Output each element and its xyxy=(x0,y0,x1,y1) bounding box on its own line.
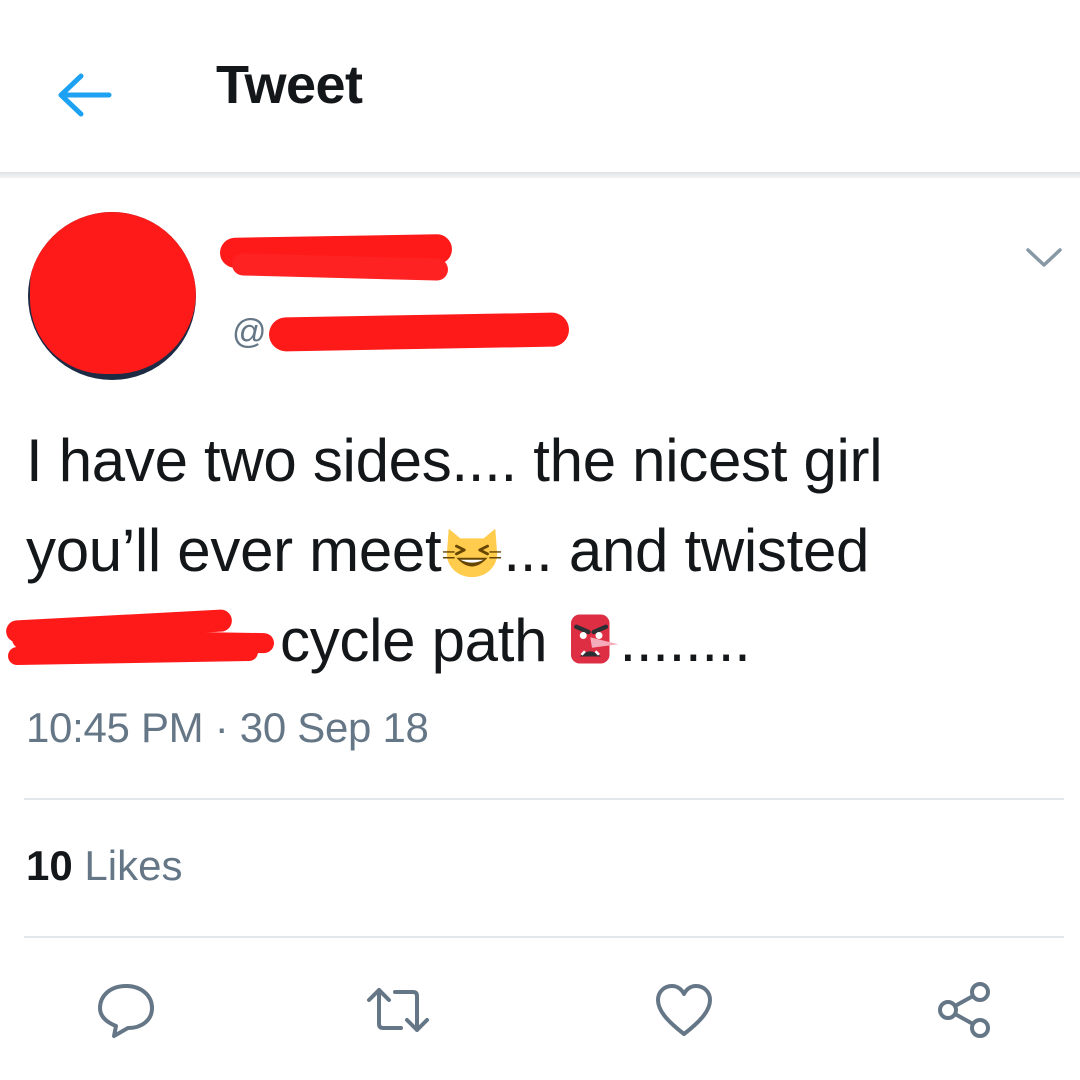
user-handle[interactable]: @ xyxy=(232,310,569,354)
arrow-left-icon xyxy=(58,73,112,117)
page-title: Tweet xyxy=(216,55,363,115)
tweet-body: I have two sides.... the nicest girl you… xyxy=(5,416,1066,686)
back-button[interactable] xyxy=(48,60,118,130)
app-header: Tweet xyxy=(0,0,1080,178)
header-divider xyxy=(0,172,1080,178)
tweet-text-segment: ........ xyxy=(619,607,751,674)
retweet-button[interactable] xyxy=(358,970,438,1050)
tweet-line-1: I have two sides.... the nicest girl xyxy=(26,427,883,494)
divider xyxy=(24,936,1064,938)
reply-icon xyxy=(98,984,154,1038)
grinning-cat-squinting-eyes-icon xyxy=(443,528,502,578)
tweet-options-button[interactable] xyxy=(1016,236,1072,280)
tweet-line-2: you’ll ever meet ... and twisted xyxy=(26,506,1066,596)
share-button[interactable] xyxy=(924,970,1004,1050)
share-icon xyxy=(938,982,990,1038)
tweet-action-bar xyxy=(0,970,1080,1050)
likes-stat[interactable]: 10 Likes xyxy=(26,842,182,890)
tweet-line-3: cycle path ........ xyxy=(5,596,1066,686)
likes-label: Likes xyxy=(84,842,183,889)
likes-count: 10 xyxy=(26,842,73,889)
tweet-text-segment: you’ll ever meet xyxy=(26,517,442,584)
avatar-redaction xyxy=(30,212,196,374)
heart-icon xyxy=(656,984,712,1036)
avatar[interactable] xyxy=(28,212,196,380)
goblin-mask-icon xyxy=(570,614,618,664)
chevron-down-icon xyxy=(1026,248,1062,267)
reply-button[interactable] xyxy=(86,970,166,1050)
tweet-text-segment: ... and twisted xyxy=(503,517,870,584)
divider xyxy=(24,798,1064,800)
handle-prefix: @ xyxy=(232,312,267,351)
text-redaction xyxy=(5,609,276,666)
like-button[interactable] xyxy=(644,970,724,1050)
tweet-timestamp[interactable]: 10:45 PM · 30 Sep 18 xyxy=(26,704,429,752)
display-name-redacted[interactable] xyxy=(219,232,460,288)
tweet-text-segment: cycle path xyxy=(280,607,564,674)
handle-redaction xyxy=(268,312,569,352)
retweet-icon xyxy=(367,988,429,1032)
